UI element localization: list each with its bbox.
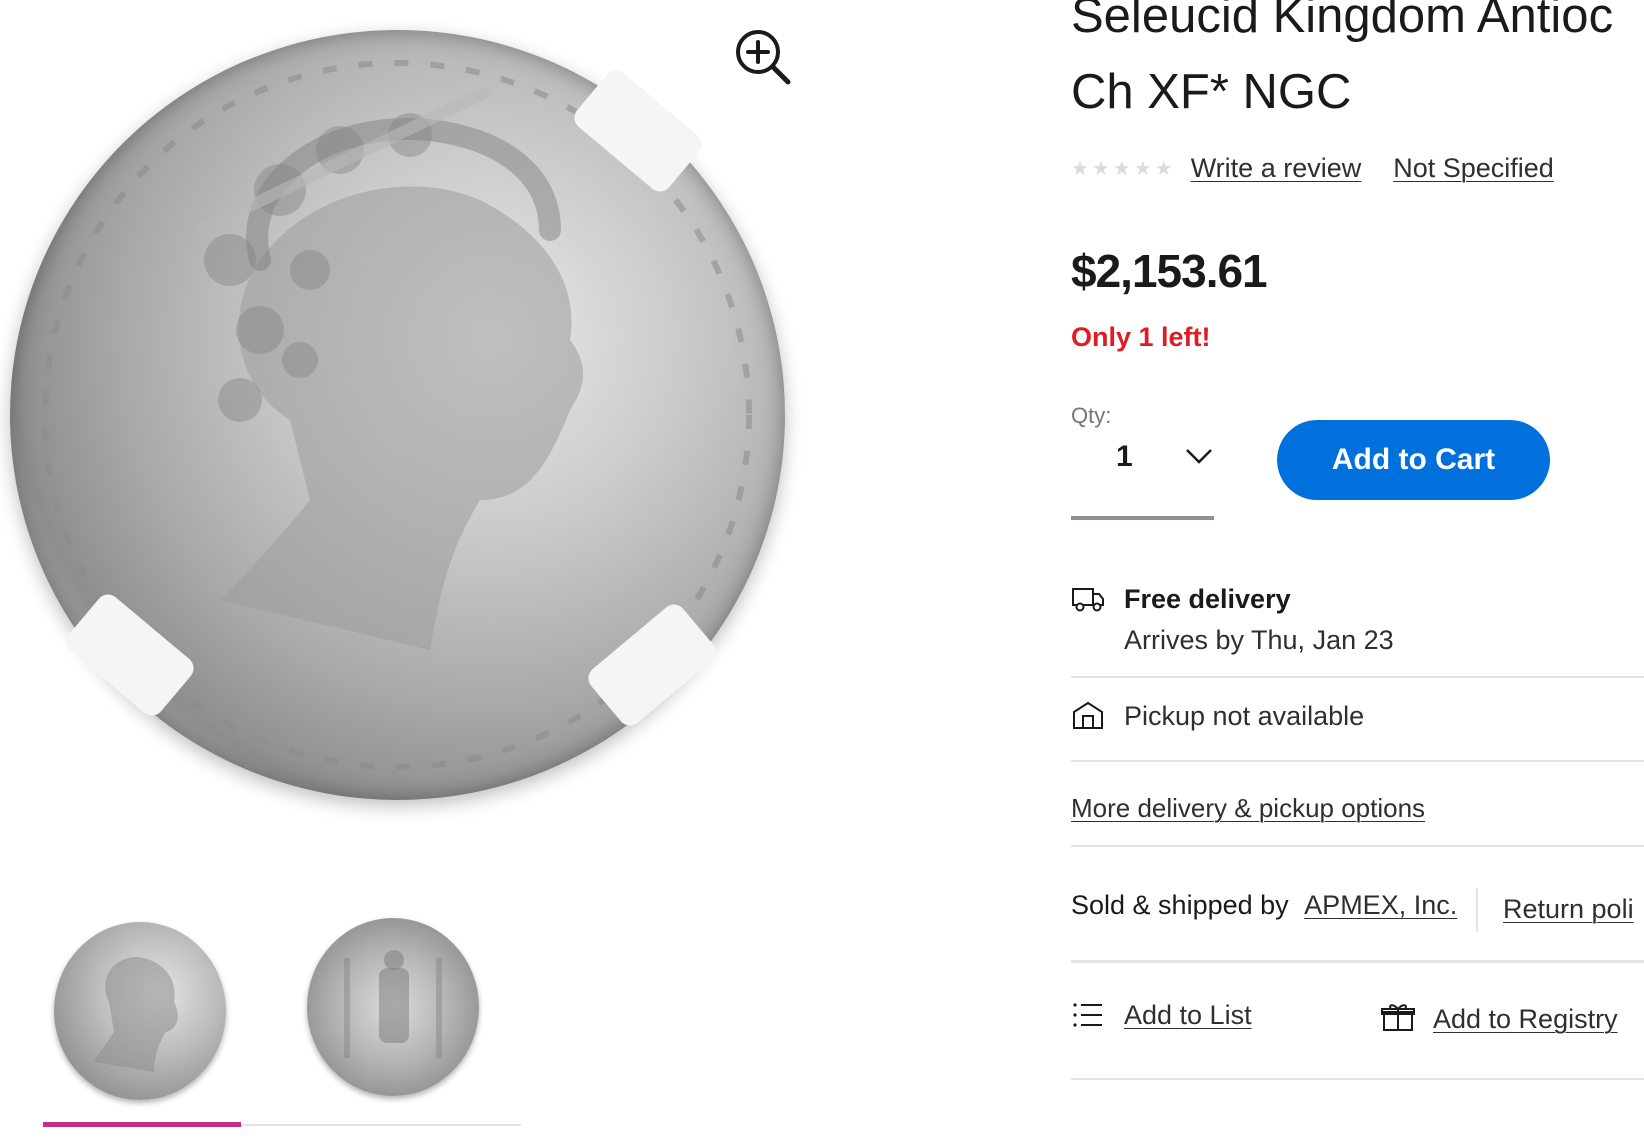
return-policy-link[interactable]: Return poli bbox=[1503, 894, 1634, 925]
product-info-panel: Seleucid Kingdom Antioc Ch XF* NGC ★ ★ ★… bbox=[1071, 0, 1644, 1146]
delivery-title: Free delivery bbox=[1124, 584, 1291, 614]
seller-info: Sold & shipped by APMEX, Inc. bbox=[1071, 890, 1457, 921]
star-icon: ★ bbox=[1091, 157, 1110, 180]
quantity-label: Qty: bbox=[1071, 403, 1112, 428]
store-icon bbox=[1073, 701, 1103, 729]
write-review-link[interactable]: Write a review bbox=[1191, 153, 1362, 184]
vertical-divider bbox=[1476, 888, 1478, 932]
list-icon bbox=[1073, 1003, 1102, 1027]
product-title-line-2: Ch XF* NGC bbox=[1071, 65, 1352, 119]
add-to-cart-button[interactable]: Add to Cart bbox=[1277, 420, 1550, 500]
thumbnail-reverse[interactable] bbox=[307, 918, 479, 1096]
truck-icon bbox=[1072, 588, 1104, 612]
thumbnail-portrait-illustration bbox=[94, 957, 178, 1072]
add-to-registry-link[interactable]: Add to Registry bbox=[1433, 1004, 1618, 1035]
zoom-in-icon bbox=[736, 30, 791, 85]
quantity-select[interactable]: 1 bbox=[1071, 432, 1214, 520]
thumbnail-seated-figure-illustration bbox=[344, 950, 442, 1058]
product-title: Seleucid Kingdom Antioc Ch XF* NGC bbox=[1071, 0, 1644, 130]
gift-icon bbox=[1381, 1004, 1415, 1031]
divider bbox=[1071, 1078, 1644, 1080]
pickup-status: Pickup not available bbox=[1124, 701, 1365, 731]
divider bbox=[1071, 760, 1644, 762]
star-rating: ★ ★ ★ ★ ★ bbox=[1071, 156, 1173, 181]
stock-message: Only 1 left! bbox=[1071, 322, 1211, 352]
divider bbox=[1071, 676, 1644, 678]
active-thumbnail-indicator bbox=[43, 1122, 241, 1127]
star-icon: ★ bbox=[1112, 157, 1131, 180]
divider bbox=[1071, 845, 1644, 847]
product-price: $2,153.61 bbox=[1071, 245, 1268, 297]
sold-by-label: Sold & shipped by bbox=[1071, 890, 1289, 920]
rating-row: ★ ★ ★ ★ ★ Write a review Not Specified bbox=[1071, 150, 1554, 186]
product-gallery bbox=[0, 0, 1000, 1146]
thumbnail-obverse[interactable] bbox=[54, 922, 226, 1100]
star-icon: ★ bbox=[1133, 157, 1152, 180]
more-delivery-options-link[interactable]: More delivery & pickup options bbox=[1071, 793, 1425, 824]
quantity-value: 1 bbox=[1116, 440, 1133, 473]
specification-link[interactable]: Not Specified bbox=[1393, 153, 1554, 184]
star-icon: ★ bbox=[1154, 157, 1173, 180]
delivery-date: Arrives by Thu, Jan 23 bbox=[1124, 625, 1394, 655]
product-title-line-1: Seleucid Kingdom Antioc bbox=[1071, 0, 1614, 43]
divider bbox=[1071, 960, 1644, 963]
chevron-down-icon bbox=[1186, 449, 1212, 464]
add-to-list-link[interactable]: Add to List bbox=[1124, 1000, 1252, 1031]
seller-link[interactable]: APMEX, Inc. bbox=[1304, 890, 1457, 920]
zoom-button[interactable] bbox=[732, 26, 796, 90]
star-icon: ★ bbox=[1071, 157, 1089, 180]
